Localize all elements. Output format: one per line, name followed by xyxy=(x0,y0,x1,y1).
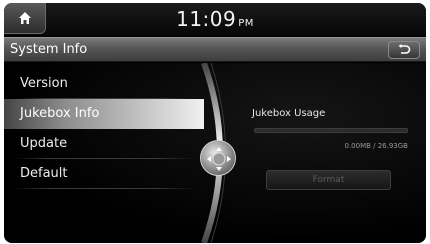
format-button[interactable]: Format xyxy=(266,170,391,190)
back-arrow-icon xyxy=(398,44,411,54)
dpad-arrows-icon xyxy=(207,147,231,171)
jukebox-usage-label: Jukebox Usage xyxy=(252,108,326,119)
clock-time: 11:09 xyxy=(176,7,237,31)
jukebox-usage-text: 0.00MB / 26.93GB xyxy=(344,142,408,150)
rotary-controller[interactable] xyxy=(200,140,236,176)
status-bar: 11:09 PM xyxy=(4,3,426,36)
clock-ampm: PM xyxy=(238,18,254,29)
jukebox-usage-bar xyxy=(254,128,408,133)
clock: 11:09 PM xyxy=(4,7,426,31)
title-bar: System Info xyxy=(4,37,426,62)
screen-frame: 11:09 PM System Info Version Jukebox Info… xyxy=(4,3,426,243)
page-title: System Info xyxy=(10,42,88,57)
content-area: Version Jukebox Info Update Default Juke… xyxy=(4,63,426,243)
back-button[interactable] xyxy=(388,41,420,59)
